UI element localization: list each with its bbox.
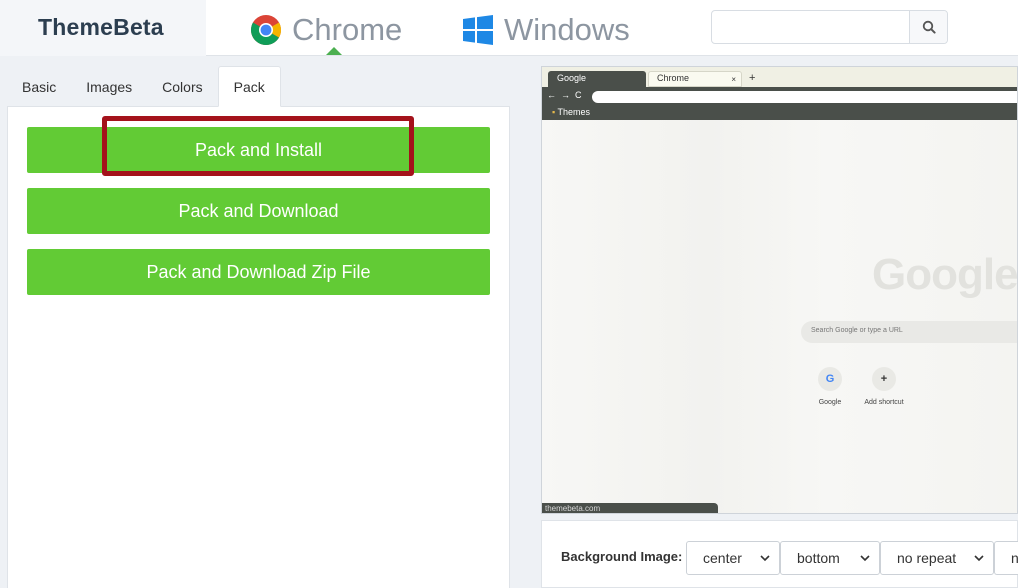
tab-colors[interactable]: Colors	[147, 66, 217, 107]
preview-shortcut-label: Google	[818, 399, 842, 406]
background-image-controls: Background Image: center bottom no repea…	[541, 520, 1018, 588]
preview-toolbar: ← → C	[542, 87, 1017, 106]
windows-icon	[463, 15, 493, 45]
preview-bookmark-label: Themes	[557, 107, 591, 117]
preview-bookmarks-bar: ▪ Themes	[542, 106, 1017, 120]
preview-bookmark-item: ▪ Themes	[552, 107, 590, 117]
pack-and-download-button[interactable]: Pack and Download	[27, 188, 490, 234]
search-button[interactable]	[909, 11, 947, 43]
bg-repeat-select[interactable]: no repeat	[880, 541, 994, 575]
preview-tab-inactive: Chrome ×	[648, 71, 742, 87]
folder-icon: ▪	[552, 107, 556, 117]
bg-size-select[interactable]: n	[994, 541, 1018, 575]
theme-preview: Google Chrome × + ← → C ▪ Themes Google …	[541, 66, 1018, 514]
preview-shortcut-label: Add shortcut	[864, 399, 904, 406]
preview-back-icon: ←	[547, 90, 556, 100]
tab-basic[interactable]: Basic	[7, 66, 71, 107]
google-shortcut-icon: G	[818, 367, 842, 391]
preview-tabstrip: Google Chrome × +	[542, 67, 1017, 87]
preview-omnibox	[592, 91, 1017, 103]
select-value: bottom	[797, 550, 840, 566]
tab-images[interactable]: Images	[71, 66, 147, 107]
preview-reload-icon: C	[575, 90, 582, 100]
search-input[interactable]	[712, 11, 909, 43]
nav-chrome[interactable]: Chrome	[250, 10, 402, 50]
preview-tab-active: Google	[548, 71, 646, 87]
pack-panel: Pack and Install Pack and Download Pack …	[7, 106, 510, 588]
pack-and-install-button[interactable]: Pack and Install	[27, 127, 490, 173]
chevron-down-icon	[760, 555, 770, 562]
preview-footer-label: themebeta.com	[542, 503, 718, 513]
search-box	[711, 10, 948, 44]
nav-windows-label: Windows	[504, 12, 630, 47]
nav-chrome-label: Chrome	[292, 12, 403, 47]
nav-windows[interactable]: Windows	[462, 10, 630, 50]
chevron-down-icon	[974, 555, 984, 562]
bg-position-y-select[interactable]: bottom	[780, 541, 880, 575]
preview-search-box: Search Google or type a URL	[801, 321, 1017, 343]
active-nav-indicator	[326, 47, 342, 55]
preview-tab-active-label: Google	[557, 73, 587, 83]
preview-shortcut: G Google	[800, 367, 860, 406]
preview-shortcut: + Add shortcut	[854, 367, 914, 406]
chevron-down-icon	[860, 555, 870, 562]
site-logo[interactable]: ThemeBeta	[38, 14, 164, 41]
chrome-icon	[250, 15, 282, 46]
preview-forward-icon: →	[561, 90, 570, 100]
logo-area[interactable]: ThemeBeta	[0, 0, 206, 56]
preview-tab-close-icon: ×	[731, 75, 736, 84]
background-image-label: Background Image:	[561, 549, 683, 564]
preview-google-logo: Google	[872, 250, 1018, 299]
search-icon	[922, 20, 936, 34]
editor-tabs: Basic Images Colors Pack	[7, 66, 281, 107]
top-bar: ThemeBeta Chrome Windows	[0, 0, 1018, 56]
preview-tab-inactive-label: Chrome	[657, 73, 690, 83]
select-value: no repeat	[897, 550, 957, 566]
preview-new-tab-page: Google Search Google or type a URL G Goo…	[542, 120, 1018, 513]
select-value: n	[1011, 550, 1018, 566]
add-shortcut-icon: +	[872, 367, 896, 391]
select-value: center	[703, 550, 742, 566]
pack-and-download-zip-button[interactable]: Pack and Download Zip File	[27, 249, 490, 295]
tab-pack[interactable]: Pack	[217, 66, 281, 107]
bg-position-x-select[interactable]: center	[686, 541, 780, 575]
preview-new-tab-icon: +	[749, 72, 756, 84]
